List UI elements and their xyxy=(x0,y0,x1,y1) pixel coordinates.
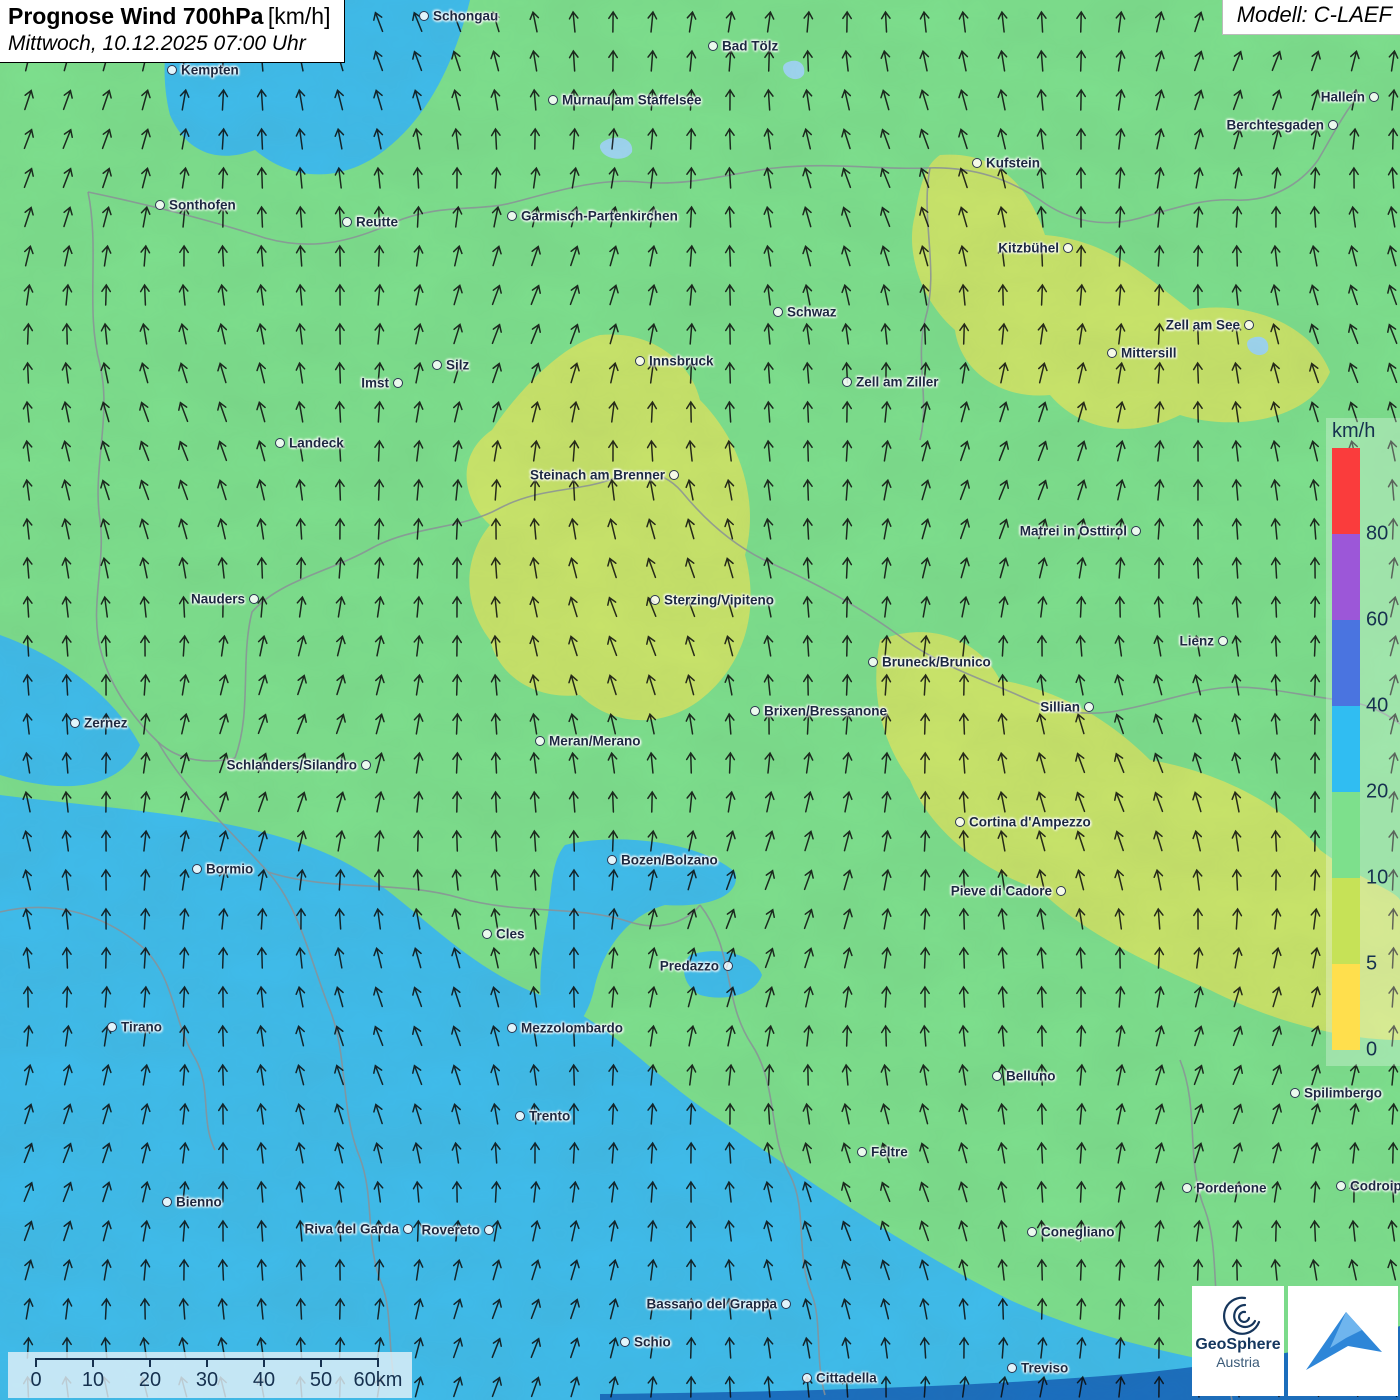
legend-tick-label: 10 xyxy=(1366,867,1388,890)
terrain-shading xyxy=(0,0,1400,1400)
logo-name: GeoSphere xyxy=(1192,1336,1284,1354)
scalebar-label: 60km xyxy=(354,1369,403,1392)
map-subtitle: Mittwoch, 10.12.2025 07:00 Uhr xyxy=(8,32,330,56)
scalebar-label: 0 xyxy=(30,1369,41,1392)
legend-color-block xyxy=(1332,620,1360,706)
legend-tick-label: 0 xyxy=(1366,1039,1377,1062)
scalebar-tick xyxy=(92,1358,94,1367)
scalebar-label: 40 xyxy=(253,1369,275,1392)
scalebar-tick xyxy=(263,1358,265,1367)
legend-color-bar xyxy=(1332,448,1360,1050)
logo-country: Austria xyxy=(1192,1354,1284,1371)
geosphere-logo-box: GeoSphere Austria xyxy=(1192,1286,1284,1396)
map-scalebar: 0 10 20 30 40 50 60km xyxy=(8,1352,412,1398)
scalebar-label: 30 xyxy=(196,1369,218,1392)
legend-tick-label: 5 xyxy=(1366,953,1377,976)
scalebar-tick xyxy=(206,1358,208,1367)
geosphere-swirl-icon xyxy=(1215,1290,1261,1336)
legend-tick-label: 60 xyxy=(1366,609,1388,632)
legend-color-block xyxy=(1332,878,1360,964)
scalebar-tick xyxy=(377,1358,379,1367)
model-label-box: Modell: C-LAEF xyxy=(1222,0,1400,35)
geosphere-arrow-logo-box xyxy=(1288,1286,1398,1396)
blue-arrow-icon xyxy=(1288,1286,1398,1396)
scalebar-label: 10 xyxy=(82,1369,104,1392)
legend-color-block xyxy=(1332,964,1360,1050)
title-unit: [km/h] xyxy=(268,3,331,29)
scalebar-tick xyxy=(320,1358,322,1367)
legend-color-block xyxy=(1332,448,1360,534)
wind-forecast-map xyxy=(0,0,1400,1400)
legend-unit-label: km/h xyxy=(1332,420,1375,443)
legend-tick-label: 80 xyxy=(1366,523,1388,546)
legend-tick-label: 40 xyxy=(1366,695,1388,718)
legend-color-block xyxy=(1332,706,1360,792)
legend-color-block xyxy=(1332,534,1360,620)
map-title: Prognose Wind 700hPa [km/h] xyxy=(8,3,330,30)
weather-map-page: SchongauBad TölzKemptenMurnau am Staffel… xyxy=(0,0,1400,1400)
title-text: Prognose Wind 700hPa xyxy=(8,3,263,29)
scalebar-label: 50 xyxy=(310,1369,332,1392)
scalebar-tick xyxy=(35,1358,37,1367)
scalebar-tick xyxy=(149,1358,151,1367)
scalebar-label: 20 xyxy=(139,1369,161,1392)
wind-speed-legend: km/h 80 60 40 20 10 5 0 xyxy=(1326,418,1400,1066)
map-title-box: Prognose Wind 700hPa [km/h] Mittwoch, 10… xyxy=(0,0,345,63)
legend-color-block xyxy=(1332,792,1360,878)
legend-tick-label: 20 xyxy=(1366,781,1388,804)
